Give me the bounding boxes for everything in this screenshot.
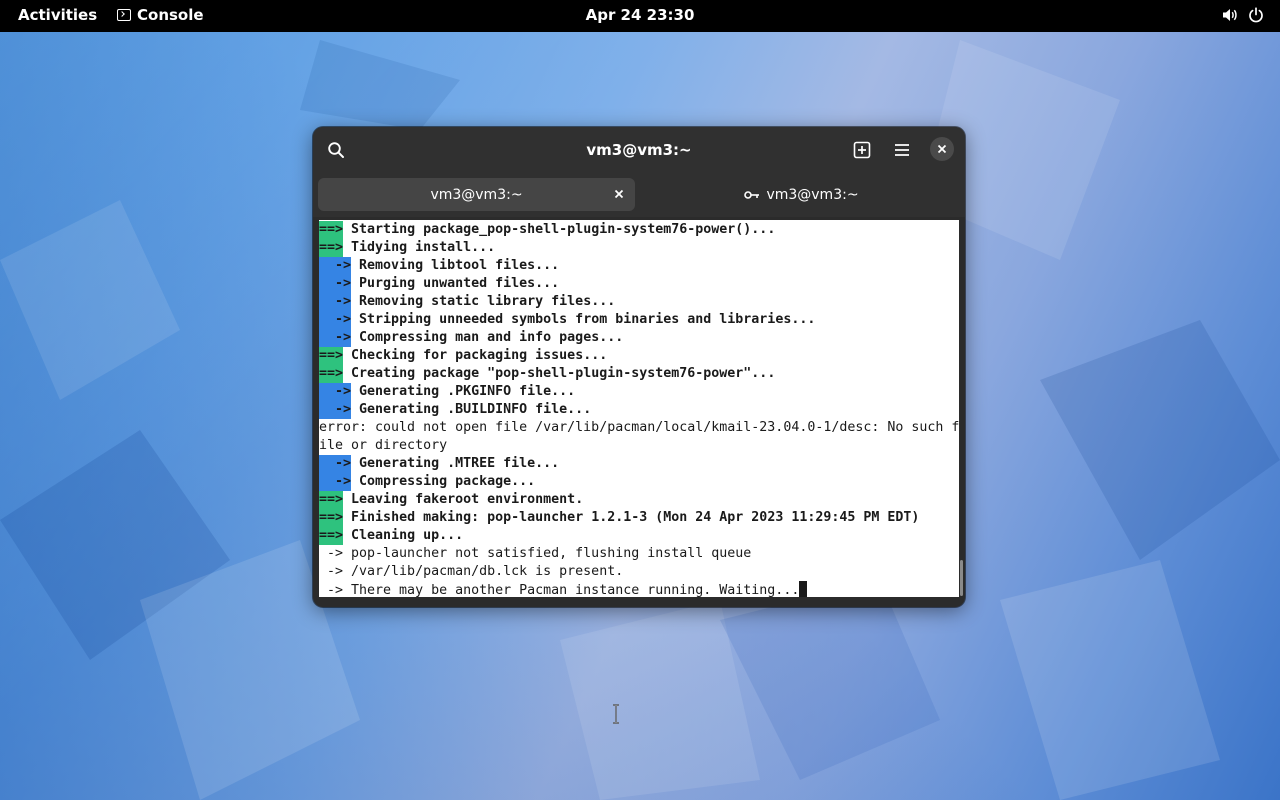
terminal-line: -> Generating .PKGINFO file...: [319, 383, 575, 401]
console-icon: [117, 9, 131, 21]
terminal-line-text: Checking for packaging issues...: [343, 348, 608, 363]
section-marker: ==>: [319, 509, 344, 527]
top-bar: Activities Console Apr 24 23:30: [0, 0, 1280, 32]
terminal-line: -> There may be another Pacman instance …: [319, 581, 808, 597]
tab-label: vm3@vm3:~: [430, 186, 523, 203]
step-marker: ->: [319, 383, 352, 401]
terminal-line: -> Stripping unneeded symbols from binar…: [319, 311, 815, 329]
window-close-button[interactable]: [930, 137, 954, 161]
step-marker: ->: [319, 257, 352, 275]
volume-icon: [1223, 9, 1237, 21]
step-marker: ->: [319, 455, 352, 473]
terminal-line: -> Compressing package...: [319, 473, 535, 491]
tab-inactive[interactable]: vm3@vm3:~: [643, 178, 960, 211]
close-icon: [937, 144, 947, 154]
terminal-line: -> pop-launcher not satisfied, flushing …: [319, 545, 751, 563]
menu-icon: [895, 144, 909, 156]
app-menu-label: Console: [137, 6, 204, 24]
step-marker: ->: [319, 293, 352, 311]
terminal-line-text: ile or directory: [319, 438, 448, 453]
tab-bar: vm3@vm3:~ vm3@vm3:~: [313, 173, 965, 217]
terminal-line: ==> Leaving fakeroot environment.: [319, 491, 583, 509]
terminal-line: -> Removing static library files...: [319, 293, 615, 311]
terminal-line-text: Generating .PKGINFO file...: [351, 384, 576, 399]
terminal-cursor: [799, 581, 808, 597]
terminal-line-text: Compressing package...: [351, 474, 536, 489]
terminal-line-text: Removing libtool files...: [351, 258, 560, 273]
terminal-line: -> Generating .MTREE file...: [319, 455, 559, 473]
terminal-line: -> /var/lib/pacman/db.lck is present.: [319, 563, 623, 581]
main-menu-button[interactable]: [887, 135, 917, 165]
terminal-line: ==> Finished making: pop-launcher 1.2.1-…: [319, 509, 919, 527]
section-marker: ==>: [319, 347, 344, 365]
terminal-line: error: could not open file /var/lib/pacm…: [319, 419, 959, 437]
console-window[interactable]: vm3@vm3:~ vm3@vm3:~ vm3@vm3:~ ==> Starti…: [313, 127, 965, 607]
terminal-line-text: -> There may be another Pacman instance …: [319, 583, 800, 597]
step-marker: ->: [319, 311, 352, 329]
section-marker: ==>: [319, 491, 344, 509]
section-marker: ==>: [319, 221, 344, 239]
terminal-line-text: Leaving fakeroot environment.: [343, 492, 584, 507]
terminal-line: ==> Cleaning up...: [319, 527, 463, 545]
desktop-wallpaper: Activities Console Apr 24 23:30 vm3@vm3:…: [0, 0, 1280, 800]
terminal-line: -> Generating .BUILDINFO file...: [319, 401, 591, 419]
tab-label: vm3@vm3:~: [766, 186, 859, 203]
step-marker: ->: [319, 275, 352, 293]
terminal-line-text: -> /var/lib/pacman/db.lck is present.: [319, 564, 624, 579]
step-marker: ->: [319, 401, 352, 419]
system-menu[interactable]: [1222, 7, 1264, 23]
close-icon: [614, 189, 624, 199]
terminal-line: ==> Tidying install...: [319, 239, 495, 257]
terminal-line-text: Compressing man and info pages...: [351, 330, 624, 345]
terminal-line-text: Purging unwanted files...: [351, 276, 560, 291]
app-menu-button[interactable]: Console: [117, 6, 204, 24]
terminal-line-text: Generating .BUILDINFO file...: [351, 402, 592, 417]
terminal-line-text: Starting package_pop-shell-plugin-system…: [343, 222, 776, 237]
text-cursor-icon: [613, 704, 619, 724]
section-marker: ==>: [319, 527, 344, 545]
new-tab-button[interactable]: [847, 135, 877, 165]
new-tab-icon: [853, 141, 871, 159]
tab-close-button[interactable]: [611, 186, 627, 202]
header-bar: vm3@vm3:~: [313, 127, 965, 173]
terminal-line: -> Purging unwanted files...: [319, 275, 559, 293]
terminal-line: ==> Starting package_pop-shell-plugin-sy…: [319, 221, 775, 239]
section-marker: ==>: [319, 239, 344, 257]
tab-active[interactable]: vm3@vm3:~: [318, 178, 635, 211]
terminal-line: -> Removing libtool files...: [319, 257, 559, 275]
terminal-line-text: Creating package "pop-shell-plugin-syste…: [343, 366, 776, 381]
terminal-scrollbar[interactable]: [960, 560, 963, 596]
activities-button[interactable]: Activities: [18, 6, 97, 24]
terminal-line-text: Finished making: pop-launcher 1.2.1-3 (M…: [343, 510, 920, 525]
terminal-view[interactable]: ==> Starting package_pop-shell-plugin-sy…: [319, 220, 959, 597]
terminal-line-text: Tidying install...: [343, 240, 496, 255]
power-icon: [1249, 7, 1263, 23]
terminal-line-text: Removing static library files...: [351, 294, 616, 309]
step-marker: ->: [319, 473, 352, 491]
terminal-line-text: -> pop-launcher not satisfied, flushing …: [319, 546, 752, 561]
terminal-line: ==> Checking for packaging issues...: [319, 347, 607, 365]
terminal-line-text: Cleaning up...: [343, 528, 464, 543]
terminal-line: -> Compressing man and info pages...: [319, 329, 623, 347]
section-marker: ==>: [319, 365, 344, 383]
key-icon: [744, 190, 760, 200]
terminal-line-text: error: could not open file /var/lib/pacm…: [319, 420, 959, 435]
step-marker: ->: [319, 329, 352, 347]
terminal-line: ==> Creating package "pop-shell-plugin-s…: [319, 365, 775, 383]
terminal-line-text: Generating .MTREE file...: [351, 456, 560, 471]
terminal-line-text: Stripping unneeded symbols from binaries…: [351, 312, 816, 327]
terminal-line: ile or directory: [319, 437, 447, 455]
